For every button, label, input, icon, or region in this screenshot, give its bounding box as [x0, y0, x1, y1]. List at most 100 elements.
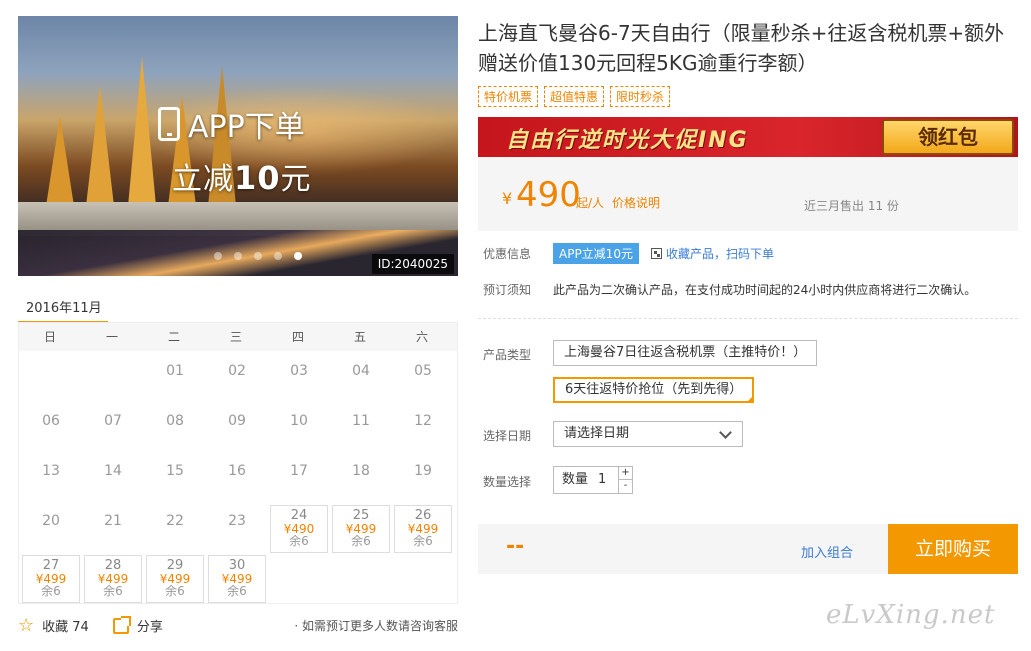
share-button[interactable]: 分享	[137, 616, 163, 635]
favorite-button[interactable]: 收藏 74	[42, 616, 89, 635]
hero-image[interactable]: APP下单 立减10元 ID:2040025	[18, 16, 458, 276]
carousel-dot[interactable]	[254, 252, 262, 260]
day-number: 02	[228, 363, 246, 379]
notice-label: 预订须知	[483, 283, 532, 297]
red-envelope-button[interactable]: 领红包	[882, 119, 1014, 155]
calendar-day-available[interactable]: 25 ¥499 余6	[332, 505, 390, 553]
calendar-day-available[interactable]: 30 ¥499 余6	[208, 555, 266, 603]
day-number: 24	[290, 508, 308, 523]
price-unit: 起/人	[576, 196, 605, 210]
calendar-day: 22	[146, 505, 204, 553]
day-remaining: 余6	[413, 534, 433, 548]
product-tag: 特价机票	[478, 86, 539, 107]
month-tab[interactable]: 2016年11月	[18, 294, 108, 324]
buy-now-button[interactable]: 立即购买	[888, 524, 1018, 574]
calendar-day: 16	[208, 455, 266, 503]
day-number: 19	[414, 463, 432, 479]
day-number: 04	[352, 363, 370, 379]
promo-banner[interactable]: 自由行逆时光大促ING 领红包	[478, 117, 1018, 157]
carousel-dot[interactable]	[234, 252, 242, 260]
calendar-day-available[interactable]: 27 ¥499 余6	[22, 555, 80, 603]
calendar-day: 18	[332, 455, 390, 503]
calendar-day: 04	[332, 355, 390, 403]
calendar-day: 17	[270, 455, 328, 503]
consult-note: · 如需预订更多人数请咨询客服	[294, 619, 458, 633]
product-type-label: 产品类型	[483, 348, 532, 362]
quantity-increment-button[interactable]: +	[618, 467, 632, 480]
calendar-day: 12	[394, 405, 452, 453]
weekday-label: 五	[353, 330, 366, 344]
day-number: 18	[352, 463, 370, 479]
day-number: 06	[42, 413, 60, 429]
calendar-day-available[interactable]: 29 ¥499 余6	[146, 555, 204, 603]
day-number: 22	[166, 513, 184, 529]
app-discount-badge: APP立减10元	[553, 243, 639, 264]
quantity-value[interactable]: 1	[598, 467, 606, 493]
calendar-day-available[interactable]: 24 ¥490 余6	[270, 505, 328, 553]
site-watermark: eLvXing.net	[826, 600, 996, 630]
qr-code-icon	[651, 248, 662, 259]
promo-line1: APP下单	[158, 102, 312, 146]
day-number: 08	[166, 413, 184, 429]
departure-calendar: 日 一 二 三 四 五 六 01 02 03 04 05 06 07 08 09 10 11 12 13 14 15 16…	[18, 322, 458, 604]
calendar-day: 09	[208, 405, 266, 453]
weekday-label: 六	[415, 330, 428, 344]
weekday-label: 四	[291, 330, 304, 344]
calendar-day: 14	[84, 455, 142, 503]
quantity-label: 数量选择	[483, 475, 532, 489]
calendar-day: 08	[146, 405, 204, 453]
sold-count: 近三月售出 11 份	[804, 199, 899, 213]
day-number: 30	[228, 558, 246, 573]
day-number: 25	[352, 508, 370, 523]
promo-app-text: APP下单	[188, 110, 305, 145]
date-select[interactable]: 请选择日期	[553, 421, 743, 447]
calendar-day: 10	[270, 405, 328, 453]
product-type-option-selected[interactable]: 6天往返特价抢位（先到先得）	[553, 377, 755, 403]
quantity-stepper[interactable]: 数量 1 + -	[553, 466, 633, 494]
calendar-day: 21	[84, 505, 142, 553]
total-price: --	[506, 534, 525, 559]
product-actions: ☆ 收藏 74 分享 · 如需预订更多人数请咨询客服	[18, 615, 458, 636]
chevron-down-icon	[719, 426, 732, 439]
day-number: 12	[414, 413, 432, 429]
temple-spire	[46, 116, 74, 206]
product-type-option[interactable]: 上海曼谷7日往返含税机票（主推特价！）	[553, 340, 818, 366]
day-remaining: 余6	[289, 534, 309, 548]
qr-link-text[interactable]: 收藏产品，扫码下单	[666, 245, 774, 262]
day-number: 07	[104, 413, 122, 429]
quantity-decrement-button[interactable]: -	[618, 480, 632, 493]
carousel-dot[interactable]	[214, 252, 222, 260]
calendar-day: 23	[208, 505, 266, 553]
product-tag: 限时秒杀	[610, 86, 671, 107]
day-number: 10	[290, 413, 308, 429]
promo-line2: 立减10元	[172, 154, 312, 198]
add-combo-link[interactable]: 加入组合	[801, 542, 853, 561]
weekday-header: 日一二三四五六	[19, 323, 457, 351]
star-icon[interactable]: ☆	[18, 615, 34, 636]
temple-spire	[86, 86, 114, 206]
calendar-day: 03	[270, 355, 328, 403]
day-number: 28	[104, 558, 122, 573]
purchase-bar: -- 加入组合 立即购买	[478, 524, 1018, 574]
day-number: 14	[104, 463, 122, 479]
weekday-label: 三	[229, 330, 242, 344]
day-number: 21	[104, 513, 122, 529]
divider	[478, 318, 1018, 319]
day-number: 05	[414, 363, 432, 379]
calendar-day-available[interactable]: 28 ¥499 余6	[84, 555, 142, 603]
carousel-dot-active[interactable]	[294, 252, 302, 260]
calendar-day: 19	[394, 455, 452, 503]
calendar-day-available[interactable]: 26 ¥499 余6	[394, 505, 452, 553]
price-explain-link[interactable]: 价格说明	[612, 194, 660, 211]
calendar-day: 15	[146, 455, 204, 503]
app-promo-overlay: APP下单 立减10元	[158, 102, 312, 198]
qr-order-link[interactable]: 收藏产品，扫码下单	[651, 245, 774, 262]
day-number: 15	[166, 463, 184, 479]
day-number: 13	[42, 463, 60, 479]
carousel-dot[interactable]	[274, 252, 282, 260]
discount-label: 优惠信息	[483, 247, 532, 261]
product-id-badge: ID:2040025	[371, 254, 454, 274]
product-title: 上海直飞曼谷6-7天自由行（限量秒杀+往返含税机票+额外赠送价值130元回程5K…	[478, 21, 1005, 75]
share-icon[interactable]	[112, 615, 131, 634]
day-number: 29	[166, 558, 184, 573]
